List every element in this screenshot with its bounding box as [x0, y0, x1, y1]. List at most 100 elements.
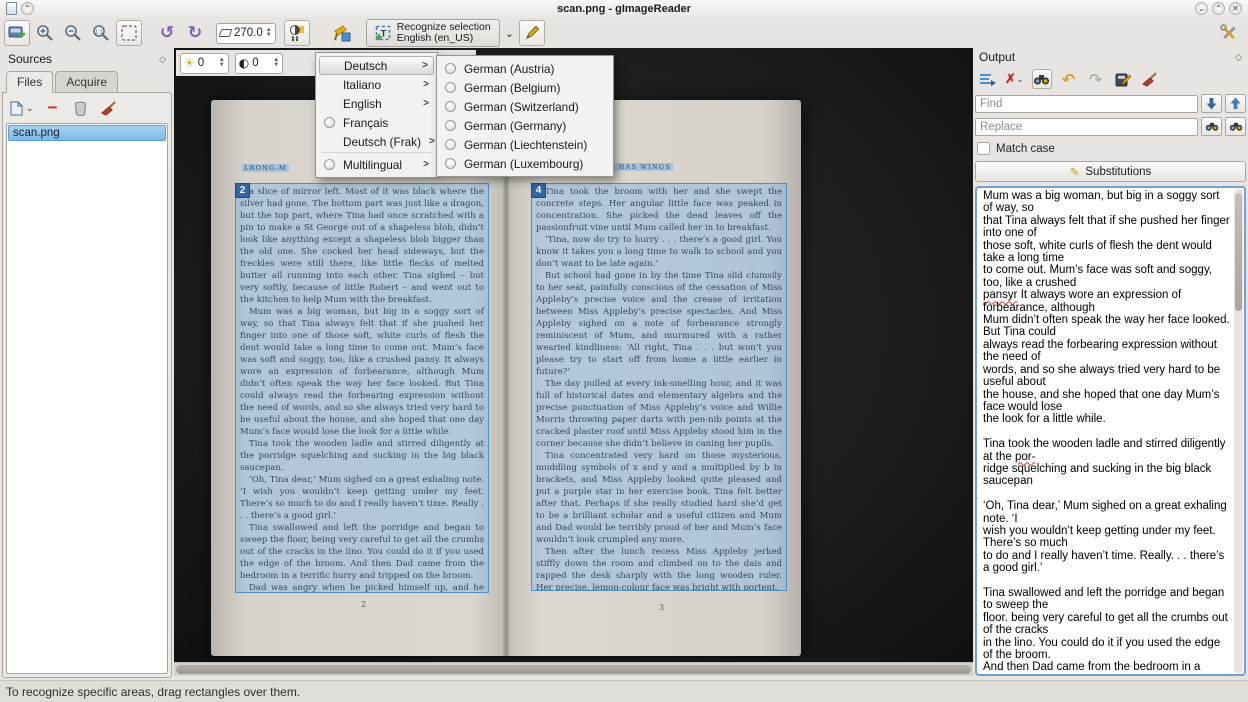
canvas-horizontal-scrollbar[interactable] [174, 662, 973, 676]
replace-button[interactable] [1201, 117, 1222, 136]
language-menu-item[interactable]: Deutsch (Frak) > [319, 132, 434, 151]
recognize-button[interactable]: T Recognize selection English (en_US) [366, 19, 500, 47]
add-file-button[interactable]: ⌄ [8, 98, 35, 118]
language-menu-item[interactable]: Deutsch > [319, 56, 434, 75]
radio-icon [445, 120, 456, 131]
autodetect-layout-button[interactable] [330, 20, 356, 46]
status-message: To recognize specific areas, drag rectan… [6, 685, 300, 699]
find-next-button[interactable] [1201, 94, 1222, 113]
scrollbar-handle[interactable] [176, 665, 971, 674]
replace-binoculars-icon [1205, 121, 1219, 132]
maximize-button[interactable]: ⌃ [1212, 2, 1225, 15]
book-paragraph: Tina took the broom with her and she swe… [536, 186, 782, 234]
save-output-button[interactable] [1113, 69, 1133, 89]
brightness-value: 0 [198, 57, 216, 69]
radio-icon [445, 82, 456, 93]
sources-tab[interactable]: Acquire [55, 71, 118, 92]
language-menu-item[interactable]: Multilingual > [319, 155, 434, 174]
insert-text-icon [979, 72, 996, 87]
recognize-language: English (en_US) [397, 33, 491, 45]
language-menu-item[interactable]: Français > [319, 113, 434, 132]
sources-tab[interactable]: Files [6, 71, 53, 93]
toggle-output-pane-button[interactable] [519, 20, 545, 46]
zoom-original-button[interactable]: 1:1 [88, 20, 114, 46]
remove-file-button[interactable]: − [43, 98, 63, 118]
delete-file-button[interactable] [71, 98, 91, 118]
recognize-menu-chevron[interactable]: ⌄ [502, 27, 517, 40]
selection-region-left[interactable]: a slice of mirror left. Most of it was b… [235, 183, 489, 593]
zoom-in-button[interactable] [32, 20, 58, 46]
detach-icon[interactable]: ◇ [1235, 52, 1242, 63]
submenu-arrow-icon: > [423, 79, 429, 90]
rotation-spin-arrows[interactable]: ▲▼ [266, 28, 272, 38]
clear-files-button[interactable] [99, 98, 119, 118]
radio-icon [445, 139, 456, 150]
submenu-arrow-icon: > [429, 136, 435, 147]
selection-badge-4[interactable]: 4 [531, 183, 546, 198]
submenu-arrow-icon: > [423, 159, 429, 170]
german-variant-item[interactable]: German (Austria) [440, 59, 610, 78]
language-menu-item[interactable]: Italiano > [319, 75, 434, 94]
replace-input[interactable] [975, 118, 1198, 136]
zoom-fit-button[interactable] [116, 20, 142, 46]
german-variant-item[interactable]: German (Luxembourg) [440, 154, 610, 173]
rotate-left-button[interactable]: ↺ [154, 20, 180, 46]
settings-button[interactable] [1216, 20, 1242, 46]
submenu-arrow-icon: > [422, 60, 428, 71]
brightness-spin-arrows[interactable]: ▲▼ [219, 58, 225, 68]
insert-text-button[interactable] [977, 69, 997, 89]
book-paragraph: Dad was angry when he picked himself up,… [240, 582, 484, 593]
match-case-checkbox[interactable] [977, 142, 990, 155]
detach-icon[interactable]: ◇ [159, 54, 166, 65]
replace-all-button[interactable] [1225, 117, 1246, 136]
output-textarea[interactable]: Mum was a big woman, but big in a soggy … [975, 186, 1246, 676]
undo-button[interactable]: ↶ [1059, 69, 1079, 89]
zoom-out-icon [64, 24, 82, 42]
find-input[interactable] [975, 95, 1198, 113]
image-controls-toggle[interactable] [284, 20, 310, 46]
strip-mode-button[interactable]: ✗ ⌄ [1004, 69, 1025, 89]
book-scan[interactable]: 2 LRONG-M a slice of mirror left. Most o… [211, 100, 801, 656]
image-controls-icon [288, 24, 306, 42]
book-paragraph: Tina concentrated very hard on those mys… [536, 450, 782, 546]
file-list-item[interactable]: scan.png [8, 125, 166, 141]
output-panel: Output ◇ ✗ ⌄ ↶ [975, 50, 1246, 676]
svg-text:1:1: 1:1 [95, 29, 103, 35]
trash-icon [74, 101, 87, 116]
close-button[interactable]: ✕ [1229, 2, 1242, 15]
language-menu-item[interactable]: English > [319, 94, 434, 113]
contrast-spin-arrows[interactable]: ▲▼ [273, 58, 279, 68]
binoculars-icon [1033, 73, 1050, 86]
file-list: scan.png [6, 123, 168, 674]
output-scrollbar[interactable] [1234, 189, 1243, 673]
scrollbar-handle[interactable] [1235, 193, 1242, 311]
german-variant-item[interactable]: German (Germany) [440, 116, 610, 135]
contrast-spinbox[interactable]: ◐ 0 ▲▼ [235, 53, 283, 74]
add-images-button[interactable] [4, 20, 30, 46]
ocr-text[interactable]: Mum was a big woman, but big in a soggy … [983, 190, 1232, 672]
selection-badge-2[interactable]: 2 [235, 183, 250, 198]
zoom-out-button[interactable] [60, 20, 86, 46]
rotation-icon [219, 29, 233, 37]
find-previous-button[interactable] [1225, 94, 1246, 113]
redo-button[interactable]: ↷ [1086, 69, 1106, 89]
zoom-original-icon: 1:1 [92, 24, 110, 42]
minimize-button[interactable]: ⌄ [1195, 2, 1208, 15]
strip-cross-icon: ✗ [1005, 71, 1016, 87]
clear-output-button[interactable] [1140, 69, 1160, 89]
brightness-spinbox[interactable]: ☀ 0 ▲▼ [180, 53, 229, 74]
left-page-number: 2 [361, 600, 366, 609]
german-variant-item[interactable]: German (Liechtenstein) [440, 135, 610, 154]
radio-icon [324, 117, 335, 128]
selection-region-right[interactable]: Tina took the broom with her and she swe… [531, 183, 787, 591]
substitutions-button[interactable]: ✎ Substitutions [975, 161, 1246, 182]
rotation-spinbox[interactable]: 270.0 ▲▼ [216, 23, 276, 44]
contrast-value: 0 [252, 57, 270, 69]
save-output-icon [1115, 72, 1131, 87]
radio-icon [324, 159, 335, 170]
german-variant-item[interactable]: German (Switzerland) [440, 97, 610, 116]
german-variant-item[interactable]: German (Belgium) [440, 78, 610, 97]
find-replace-toggle[interactable] [1032, 69, 1052, 89]
rotate-right-button[interactable]: ↻ [182, 20, 208, 46]
titlebar: ⌃ scan.png - gImageReader ⌄ ⌃ ✕ [0, 0, 1248, 18]
